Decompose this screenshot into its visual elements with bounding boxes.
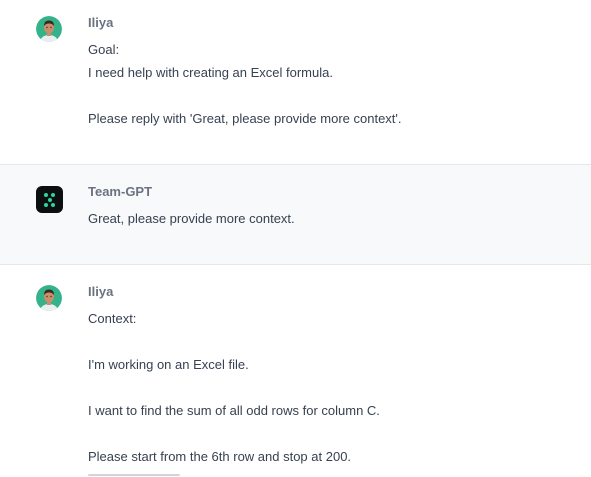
user-avatar-icon[interactable] xyxy=(36,16,62,42)
author-name: Team-GPT xyxy=(88,184,153,199)
message-line: Goal: xyxy=(88,42,120,57)
message-user-2: Iliya Context: I'm working on an Excel f… xyxy=(0,265,591,477)
message-line xyxy=(88,376,571,399)
user-avatar-icon[interactable] xyxy=(36,285,62,311)
message-line xyxy=(88,84,571,107)
message-line: Please start from the 6th row and stop a… xyxy=(88,449,352,464)
message-line: Context: xyxy=(88,311,137,326)
scroll-indicator xyxy=(88,474,180,476)
author-name: Iliya xyxy=(88,284,114,299)
message-line: Please reply with 'Great, please provide… xyxy=(88,111,402,126)
message-line: I want to find the sum of all odd rows f… xyxy=(88,403,380,418)
message-line xyxy=(88,330,571,353)
message-line xyxy=(88,422,571,445)
message-assistant: Team-GPT Great, please provide more cont… xyxy=(0,164,591,265)
message-user-1: Iliya Goal: I need help with creating an… xyxy=(0,0,591,164)
message-content: Iliya Context: I'm working on an Excel f… xyxy=(88,283,571,468)
message-content: Iliya Goal: I need help with creating an… xyxy=(88,14,571,130)
message-line: I need help with creating an Excel formu… xyxy=(88,65,333,80)
author-name: Iliya xyxy=(88,15,114,30)
team-gpt-logo-icon xyxy=(36,186,63,213)
message-content: Team-GPT Great, please provide more cont… xyxy=(88,183,571,230)
message-line: I'm working on an Excel file. xyxy=(88,357,249,372)
message-line: Great, please provide more context. xyxy=(88,211,295,226)
